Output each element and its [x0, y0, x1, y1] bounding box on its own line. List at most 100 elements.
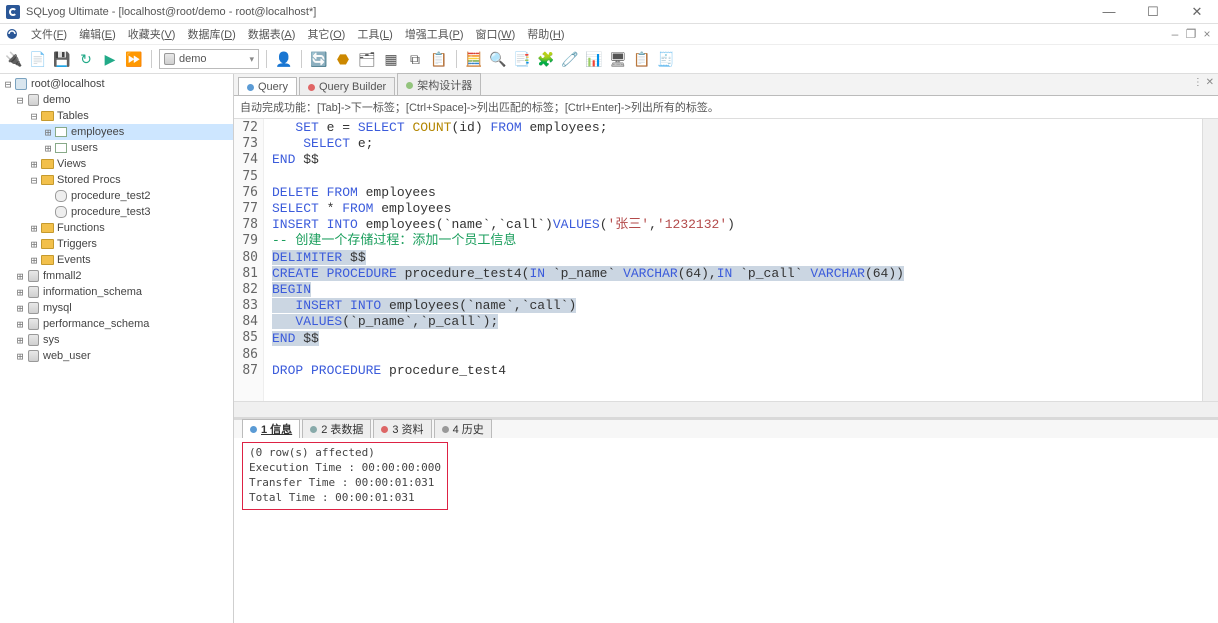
- tree-database[interactable]: ⊟demo: [0, 92, 233, 108]
- tree-database[interactable]: ⊞fmmall2: [0, 268, 233, 284]
- database-icon: [26, 302, 40, 314]
- menu-file[interactable]: 文件(F): [25, 24, 73, 44]
- tree-views-folder[interactable]: ⊞Views: [0, 156, 233, 172]
- database-icon: [26, 350, 40, 362]
- table-icon: [54, 126, 68, 138]
- tool-icon[interactable]: 📊: [584, 49, 604, 69]
- sql-editor[interactable]: 72737475767778798081828384858687 SET e =…: [234, 119, 1218, 401]
- close-button[interactable]: ✕: [1182, 4, 1212, 20]
- horizontal-scrollbar[interactable]: [234, 401, 1218, 417]
- database-icon: [26, 334, 40, 346]
- result-pane: (0 row(s) affected) Execution Time : 00:…: [234, 438, 1218, 623]
- tool-icon[interactable]: 📋: [632, 49, 652, 69]
- info-icon: [250, 426, 257, 433]
- tab-query-builder[interactable]: Query Builder: [299, 77, 395, 95]
- object-browser[interactable]: ⊟root@localhost ⊟demo ⊟Tables ⊞employees…: [0, 74, 234, 623]
- maximize-button[interactable]: ☐: [1138, 4, 1168, 20]
- separator: [456, 50, 457, 68]
- line-gutter: 72737475767778798081828384858687: [234, 119, 264, 401]
- query-tabstrip: Query Query Builder 架构设计器 ⋮ ✕: [234, 74, 1218, 96]
- tool-icon[interactable]: 🔍: [488, 49, 508, 69]
- tool-icon[interactable]: 🧩: [536, 49, 556, 69]
- tool-icon[interactable]: ⧉: [405, 49, 425, 69]
- tool-icon[interactable]: 🗂: [357, 49, 377, 69]
- tree-events-folder[interactable]: ⊞Events: [0, 252, 233, 268]
- minimize-button[interactable]: —: [1094, 4, 1124, 19]
- tree-database[interactable]: ⊞information_schema: [0, 284, 233, 300]
- builder-icon: [308, 84, 315, 91]
- menu-help[interactable]: 帮助(H): [521, 24, 570, 44]
- tool-icon[interactable]: 🔄: [309, 49, 329, 69]
- menu-other[interactable]: 其它(O): [301, 24, 351, 44]
- separator: [301, 50, 302, 68]
- tool-icon[interactable]: 🧮: [464, 49, 484, 69]
- tree-table[interactable]: ⊞employees: [0, 124, 233, 140]
- tab-close-icon[interactable]: ⋮ ✕: [1193, 77, 1214, 88]
- tree-database[interactable]: ⊞mysql: [0, 300, 233, 316]
- result-tab-info[interactable]: 1 信息: [242, 419, 300, 438]
- separator: [266, 50, 267, 68]
- profile-icon: [381, 426, 388, 433]
- menu-tools[interactable]: 工具(L): [351, 24, 398, 44]
- tool-icon[interactable]: ⬣: [333, 49, 353, 69]
- server-icon: [14, 78, 28, 90]
- menu-powertools[interactable]: 增强工具(P): [399, 24, 470, 44]
- tool-icon[interactable]: 📋: [429, 49, 449, 69]
- new-connection-icon[interactable]: 🔌: [4, 49, 24, 69]
- tool-icon[interactable]: 🖥: [608, 49, 628, 69]
- code-area[interactable]: SET e = SELECT COUNT(id) FROM employees;…: [264, 119, 1202, 401]
- main-area: Query Query Builder 架构设计器 ⋮ ✕ 自动完成功能：[Ta…: [234, 74, 1218, 623]
- tool-icon[interactable]: 🧷: [560, 49, 580, 69]
- database-selector[interactable]: demo ▾: [159, 49, 259, 69]
- menu-database[interactable]: 数据库(D): [181, 24, 241, 44]
- tree-storedprocs-folder[interactable]: ⊟Stored Procs: [0, 172, 233, 188]
- mdi-restore[interactable]: ❐: [1184, 27, 1198, 41]
- tree-server[interactable]: ⊟root@localhost: [0, 76, 233, 92]
- run-icon[interactable]: ▶: [100, 49, 120, 69]
- result-tab-tabledata[interactable]: 2 表数据: [302, 419, 371, 438]
- window-controls: — ☐ ✕: [1094, 4, 1212, 20]
- result-tab-history[interactable]: 4 历史: [434, 419, 492, 438]
- tree-database[interactable]: ⊞web_user: [0, 348, 233, 364]
- menu-bar: 文件(F) 编辑(E) 收藏夹(V) 数据库(D) 数据表(A) 其它(O) 工…: [0, 24, 1218, 44]
- run-all-icon[interactable]: ⏩: [124, 49, 144, 69]
- menu-favorites[interactable]: 收藏夹(V): [122, 24, 182, 44]
- user-icon[interactable]: 👤: [274, 49, 294, 69]
- procedure-icon: [54, 190, 68, 202]
- result-tab-profile[interactable]: 3 资料: [373, 419, 431, 438]
- vertical-scrollbar[interactable]: [1202, 119, 1218, 401]
- refresh-icon[interactable]: ↻: [76, 49, 96, 69]
- mdi-close[interactable]: ×: [1200, 27, 1214, 41]
- tool-icon[interactable]: ▦: [381, 49, 401, 69]
- tree-procedure[interactable]: procedure_test3: [0, 204, 233, 220]
- tree-database[interactable]: ⊞sys: [0, 332, 233, 348]
- folder-icon: [40, 110, 54, 122]
- folder-icon: [40, 238, 54, 250]
- query-icon: [247, 84, 254, 91]
- tab-query[interactable]: Query: [238, 77, 297, 95]
- tree-triggers-folder[interactable]: ⊞Triggers: [0, 236, 233, 252]
- database-icon: [26, 318, 40, 330]
- menu-window[interactable]: 窗口(W): [470, 24, 522, 44]
- title-bar: SQLyog Ultimate - [localhost@root/demo -…: [0, 0, 1218, 24]
- tree-procedure[interactable]: procedure_test2: [0, 188, 233, 204]
- tree-functions-folder[interactable]: ⊞Functions: [0, 220, 233, 236]
- menu-edit[interactable]: 编辑(E): [73, 24, 122, 44]
- result-line: Transfer Time : 00:00:01:031: [249, 475, 441, 490]
- tree-tables-folder[interactable]: ⊟Tables: [0, 108, 233, 124]
- database-icon: [164, 53, 175, 65]
- tree-database[interactable]: ⊞performance_schema: [0, 316, 233, 332]
- menu-table[interactable]: 数据表(A): [242, 24, 302, 44]
- new-query-icon[interactable]: 📄: [28, 49, 48, 69]
- main-toolbar: 🔌 📄 💾 ↻ ▶ ⏩ demo ▾ 👤 🔄 ⬣ 🗂 ▦ ⧉ 📋 🧮 🔍 📑 🧩…: [0, 44, 1218, 74]
- tool-icon[interactable]: 📑: [512, 49, 532, 69]
- history-icon: [442, 426, 449, 433]
- tree-table[interactable]: ⊞users: [0, 140, 233, 156]
- autocomplete-hint: 自动完成功能：[Tab]->下一标签；[Ctrl+Space]->列出匹配的标签…: [234, 96, 1218, 119]
- folder-icon: [40, 222, 54, 234]
- database-selector-value: demo: [179, 53, 207, 65]
- save-icon[interactable]: 💾: [52, 49, 72, 69]
- mdi-minimize[interactable]: –: [1168, 27, 1182, 41]
- tab-schema-designer[interactable]: 架构设计器: [397, 73, 481, 95]
- tool-icon[interactable]: 🧾: [656, 49, 676, 69]
